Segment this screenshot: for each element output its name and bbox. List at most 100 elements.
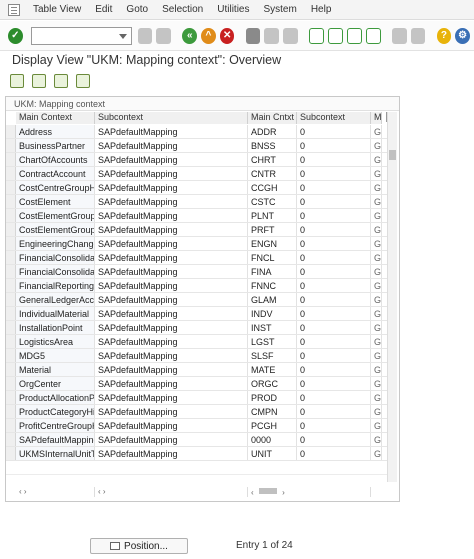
table-row[interactable]: OrgCenter SAPdefaultMapping ORGC 0 G bbox=[6, 377, 391, 391]
first-page-icon[interactable] bbox=[309, 27, 325, 44]
menu-help[interactable]: Help bbox=[304, 4, 339, 15]
row-selector[interactable] bbox=[6, 447, 16, 460]
table-row[interactable]: FinancialConsolidatio...SAPdefaultMappin… bbox=[6, 251, 391, 265]
cancel-icon[interactable]: ✕ bbox=[219, 27, 235, 44]
new-session-icon[interactable] bbox=[391, 27, 407, 44]
column-header-main-context[interactable]: Main Context bbox=[16, 112, 95, 124]
cell-ma: G bbox=[371, 405, 382, 418]
row-selector[interactable] bbox=[6, 209, 16, 222]
table-row[interactable]: CostElementGroup SAPdefaultMapping PLNT 0 G bbox=[6, 209, 391, 223]
last-page-icon[interactable] bbox=[365, 27, 381, 44]
table-header: Main Context Subcontext Main Cntxt Subco… bbox=[16, 112, 382, 124]
find-next-icon[interactable] bbox=[283, 27, 298, 44]
command-field[interactable] bbox=[30, 26, 132, 45]
position-button[interactable]: Position... bbox=[90, 538, 188, 554]
row-selector[interactable] bbox=[6, 433, 16, 446]
row-selector[interactable] bbox=[6, 237, 16, 250]
select-all-icon[interactable] bbox=[32, 74, 46, 88]
checkmark-icon[interactable]: ✓ bbox=[8, 27, 23, 44]
vertical-scrollbar[interactable] bbox=[387, 112, 397, 482]
column-header-ma[interactable]: Ma bbox=[371, 112, 382, 124]
print-icon[interactable] bbox=[245, 27, 261, 44]
table-row[interactable]: MDG5 SAPdefaultMapping SLSF 0 G bbox=[6, 349, 391, 363]
settings-icon[interactable]: ⚙ bbox=[455, 27, 470, 44]
row-selector[interactable] bbox=[6, 153, 16, 166]
select-block-icon[interactable] bbox=[54, 74, 68, 88]
next-page-icon[interactable] bbox=[346, 27, 362, 44]
position-button-label: Position... bbox=[124, 540, 168, 552]
row-selector[interactable] bbox=[6, 125, 16, 138]
row-selector[interactable] bbox=[6, 293, 16, 306]
table-row[interactable]: ProductAllocationPr...SAPdefaultMappingP… bbox=[6, 391, 391, 405]
column-header-subcontext[interactable]: Subcontext bbox=[95, 112, 248, 124]
row-selector[interactable] bbox=[6, 363, 16, 376]
row-selector[interactable] bbox=[6, 335, 16, 348]
menu-table-view[interactable]: Table View bbox=[26, 4, 88, 15]
previous-page-icon[interactable] bbox=[328, 27, 343, 44]
table-row[interactable]: LogisticsArea SAPdefaultMapping LGST 0 G bbox=[6, 335, 391, 349]
cell-main-context: FinancialReportingSt... bbox=[16, 279, 95, 292]
cell-subcontext-2: 0 bbox=[297, 139, 371, 152]
column-header-subcontext-2[interactable]: Subcontext bbox=[297, 112, 371, 124]
table-row[interactable]: ChartOfAccounts SAPdefaultMapping CHRT 0 G bbox=[6, 153, 391, 167]
back-icon[interactable]: « bbox=[182, 27, 198, 44]
row-selector[interactable] bbox=[6, 391, 16, 404]
help-icon[interactable]: ? bbox=[436, 27, 452, 44]
cell-subcontext-2: 0 bbox=[297, 307, 371, 320]
menu-system[interactable]: System bbox=[256, 4, 303, 15]
column-header-main-cntxt[interactable]: Main Cntxt bbox=[248, 112, 297, 124]
row-selector[interactable] bbox=[6, 139, 16, 152]
row-selector[interactable] bbox=[6, 419, 16, 432]
table-row[interactable]: FinancialConsolidatio...SAPdefaultMappin… bbox=[6, 265, 391, 279]
cell-main-cntxt: LGST bbox=[248, 335, 297, 348]
table-row[interactable]: CostElementGroupH...SAPdefaultMappingPRF… bbox=[6, 223, 391, 237]
table-row[interactable]: GeneralLedgerAcco...SAPdefaultMappingGLA… bbox=[6, 293, 391, 307]
row-selector[interactable] bbox=[6, 377, 16, 390]
display-change-icon[interactable] bbox=[10, 74, 24, 88]
row-selector[interactable] bbox=[6, 167, 16, 180]
row-selector[interactable] bbox=[6, 349, 16, 362]
row-selector[interactable] bbox=[6, 195, 16, 208]
exit-icon[interactable]: ^ bbox=[201, 27, 216, 44]
table-row[interactable]: Address SAPdefaultMapping ADDR 0 G bbox=[6, 125, 391, 139]
row-selector[interactable] bbox=[6, 181, 16, 194]
cell-subcontext: SAPdefaultMapping bbox=[95, 293, 248, 306]
table-row[interactable]: ProfitCentreGroupHi...SAPdefaultMappingP… bbox=[6, 419, 391, 433]
row-selector[interactable] bbox=[6, 265, 16, 278]
cell-ma: G bbox=[371, 377, 382, 390]
table-row[interactable]: IndividualMaterial SAPdefaultMapping INDV 0… bbox=[6, 307, 391, 321]
cell-ma: G bbox=[371, 181, 382, 194]
cell-main-cntxt: CHRT bbox=[248, 153, 297, 166]
row-selector[interactable] bbox=[6, 321, 16, 334]
menu-selection[interactable]: Selection bbox=[155, 4, 210, 15]
table-row[interactable]: BusinessPartner SAPdefaultMapping BNSS 0 G bbox=[6, 139, 391, 153]
menu-icon[interactable] bbox=[8, 3, 20, 16]
table-row[interactable]: EngineeringChange...SAPdefaultMappingENG… bbox=[6, 237, 391, 251]
table-row[interactable]: FinancialReportingSt...SAPdefaultMapping… bbox=[6, 279, 391, 293]
save-icon[interactable] bbox=[156, 27, 172, 44]
menu-goto[interactable]: Goto bbox=[119, 4, 155, 15]
table-row[interactable]: SAPdefaultMapping SAPdefaultMapping 0000 0 G bbox=[6, 433, 391, 447]
row-selector[interactable] bbox=[6, 307, 16, 320]
table-row[interactable]: CostElement SAPdefaultMapping CSTC 0 G bbox=[6, 195, 391, 209]
collapse-icon[interactable] bbox=[137, 27, 153, 44]
table-row[interactable]: Material SAPdefaultMapping MATE 0 G bbox=[6, 363, 391, 377]
table-row[interactable]: ContractAccount SAPdefaultMapping CNTR 0 G bbox=[6, 167, 391, 181]
find-icon[interactable] bbox=[264, 27, 280, 44]
cell-subcontext-2: 0 bbox=[297, 377, 371, 390]
table-caption: UKM: Mapping context bbox=[6, 97, 399, 111]
deselect-all-icon[interactable] bbox=[76, 74, 90, 88]
row-selector[interactable] bbox=[6, 405, 16, 418]
table-row[interactable]: UKMSInternalUnitTe...SAPdefaultMappingUN… bbox=[6, 447, 391, 461]
menu-edit[interactable]: Edit bbox=[88, 4, 119, 15]
row-selector[interactable] bbox=[6, 223, 16, 236]
shortcut-icon[interactable] bbox=[410, 27, 426, 44]
row-selector[interactable] bbox=[6, 279, 16, 292]
menu-utilities[interactable]: Utilities bbox=[210, 4, 256, 15]
table-row[interactable]: CostCentreGroupHi...SAPdefaultMappingCCG… bbox=[6, 181, 391, 195]
table-row[interactable]: InstallationPoint SAPdefaultMapping INST 0 G bbox=[6, 321, 391, 335]
cell-main-context: FinancialConsolidatio... bbox=[16, 265, 95, 278]
row-selector[interactable] bbox=[6, 251, 16, 264]
horizontal-scrollbar[interactable]: ‹ › ‹ › ‹ › bbox=[16, 487, 371, 497]
table-row[interactable]: ProductCategoryHie...SAPdefaultMappingCM… bbox=[6, 405, 391, 419]
